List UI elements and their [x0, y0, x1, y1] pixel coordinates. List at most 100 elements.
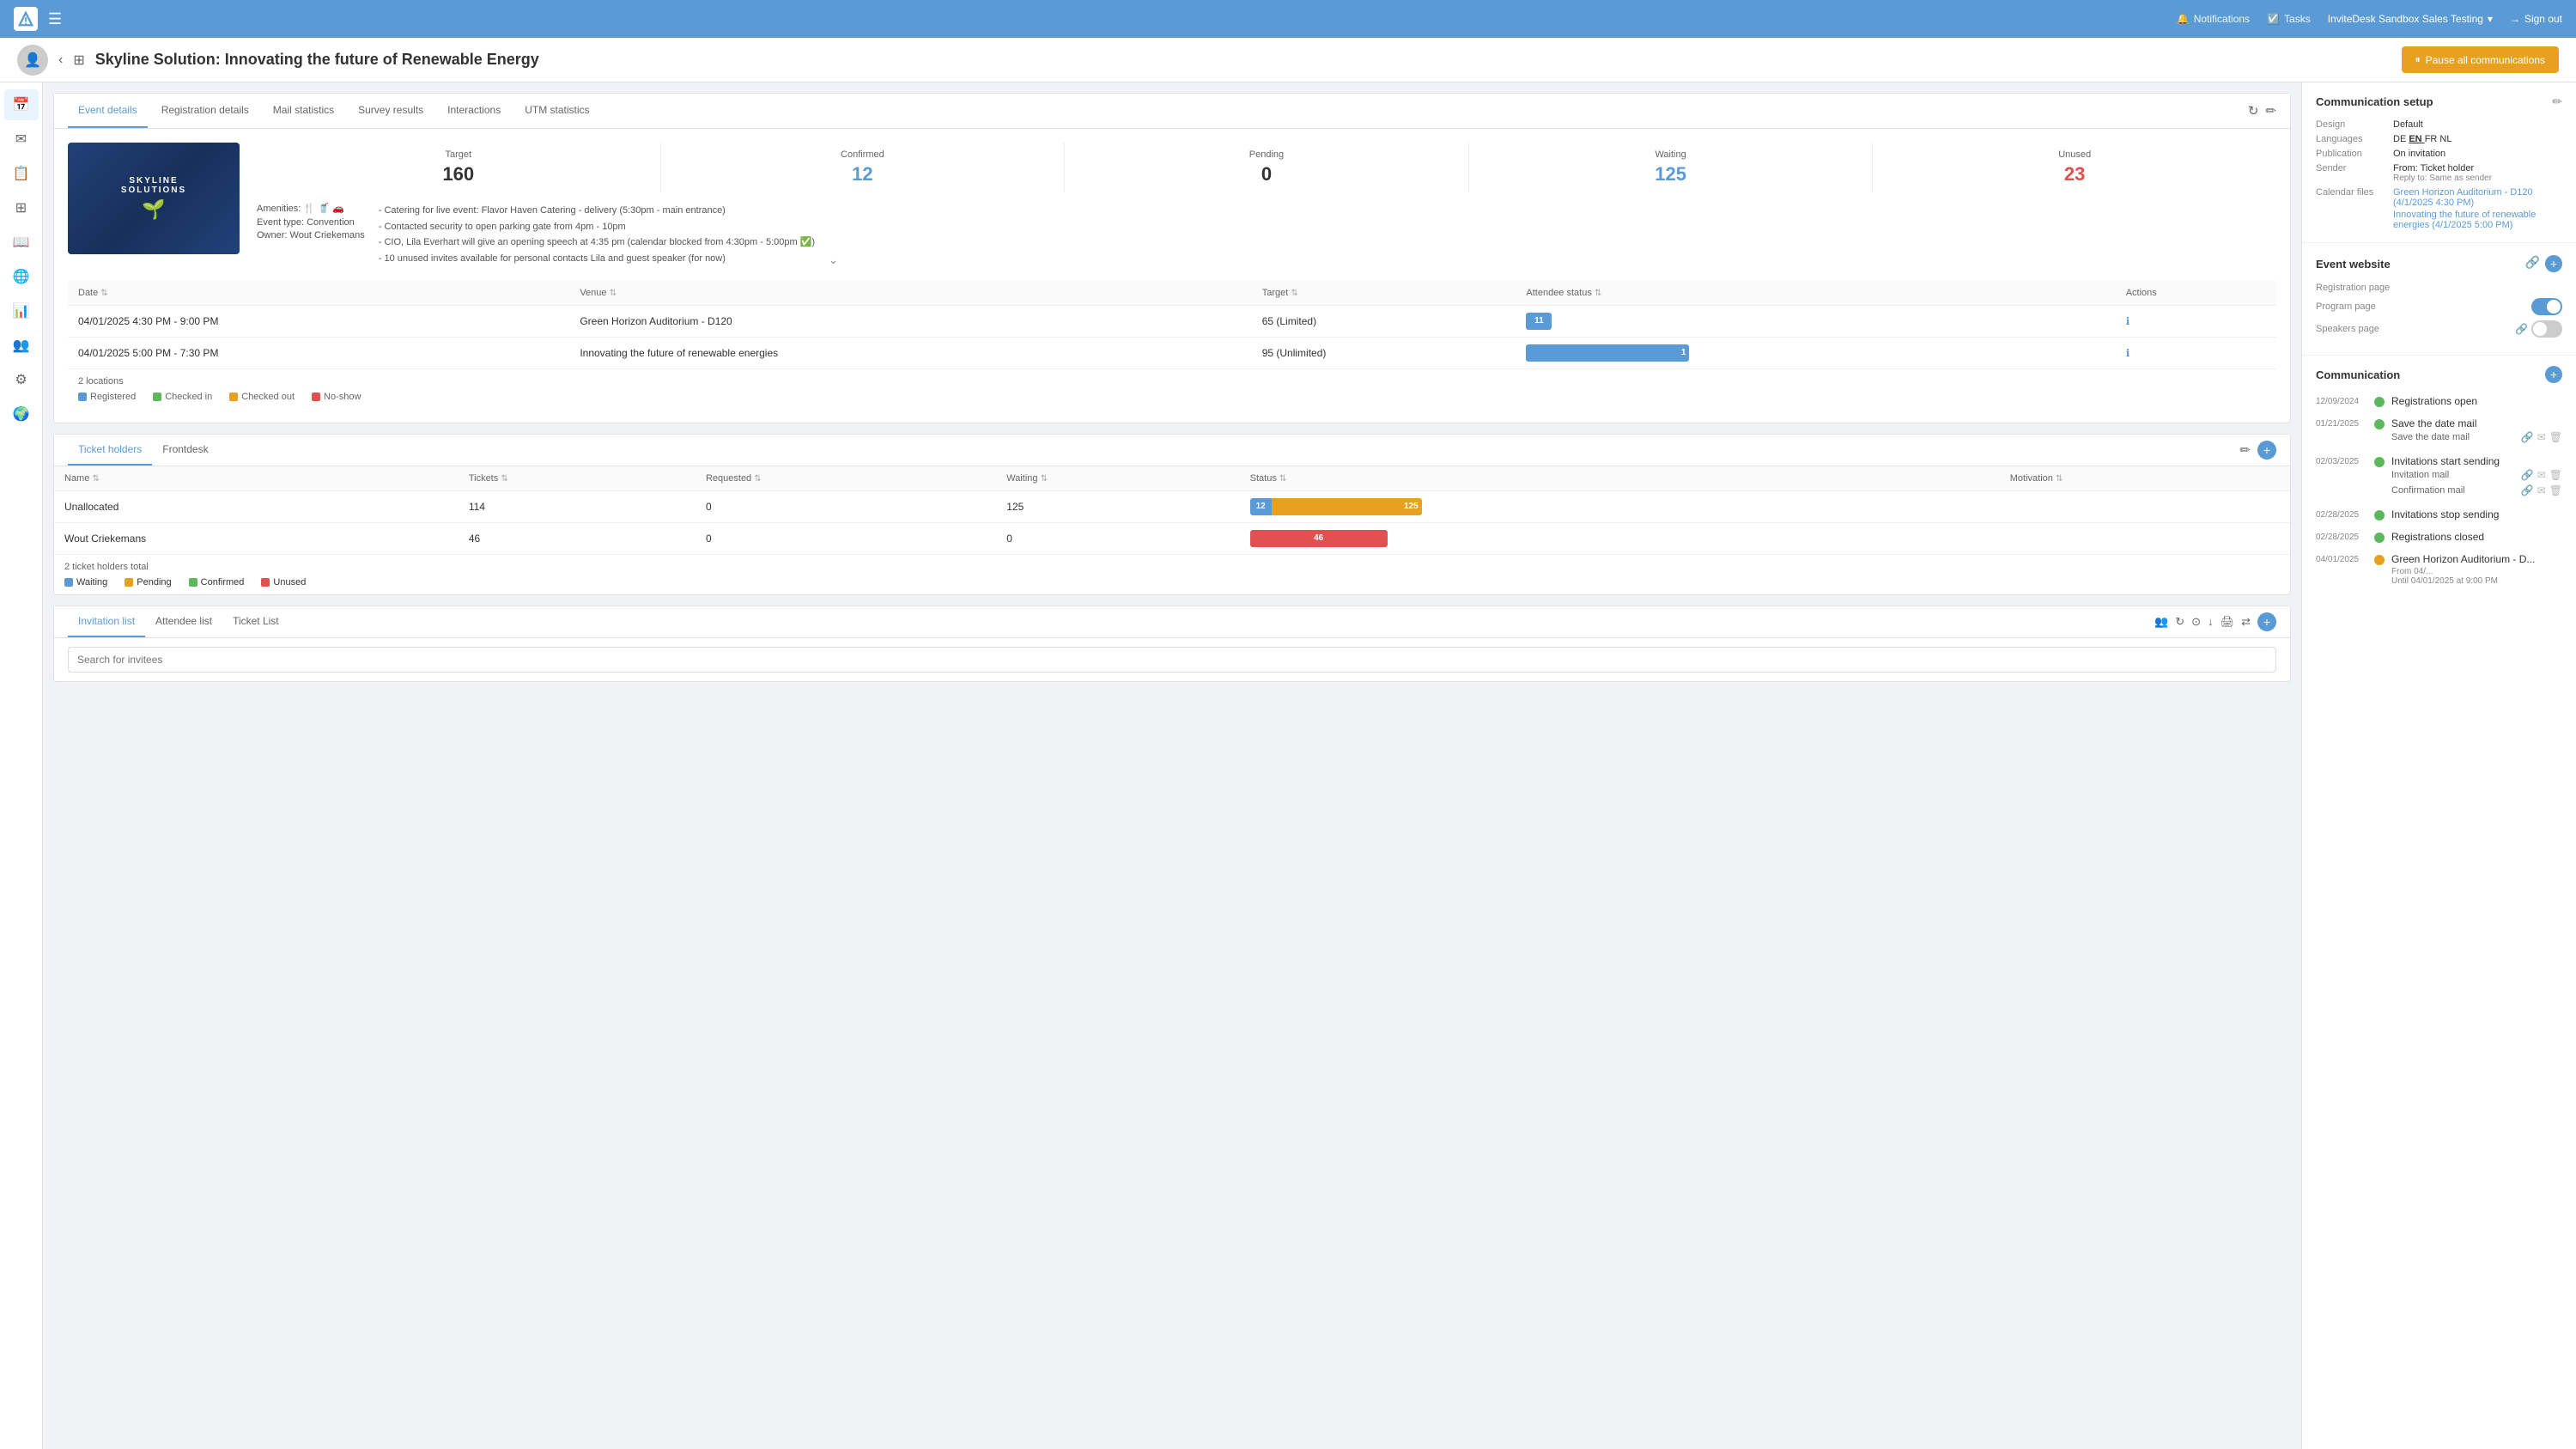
edit-holders-icon[interactable]: ✏	[2239, 442, 2251, 458]
waiting-label: Waiting	[1476, 149, 1866, 160]
design-value: Default	[2393, 119, 2562, 130]
unused-label: Unused	[1880, 149, 2269, 160]
sidebar-item-list[interactable]: 📋	[4, 158, 39, 189]
add-website-button[interactable]: +	[2545, 255, 2562, 272]
back-button[interactable]: ‹	[58, 52, 63, 68]
tab-registration-details[interactable]: Registration details	[151, 94, 259, 128]
event-amenities: Amenities: 🍴 🥤 🚗 Event type: Convention	[257, 203, 365, 240]
delete-inv-icon[interactable]: 🗑	[2549, 469, 2562, 481]
speakers-page-toggle[interactable]	[2531, 320, 2562, 338]
row2-info-icon[interactable]: ℹ	[2126, 347, 2130, 359]
refresh-icon[interactable]: ↻	[2248, 103, 2259, 119]
comm-date-5: 02/28/2025	[2316, 531, 2374, 542]
link-sub-icon[interactable]: 🔗	[2521, 431, 2534, 443]
legend-confirmed: Confirmed	[189, 577, 245, 588]
comm-content-5: Registrations closed	[2391, 531, 2562, 543]
link-conf-icon[interactable]: 🔗	[2521, 484, 2534, 496]
tab-attendee-list[interactable]: Attendee list	[145, 606, 222, 637]
delete-sub-icon[interactable]: 🗑	[2549, 431, 2562, 443]
amenities-label: Amenities:	[257, 204, 303, 214]
tab-mail-statistics[interactable]: Mail statistics	[263, 94, 344, 128]
sidebar-item-globe2[interactable]: 🌍	[4, 399, 39, 429]
comm-setup-section: Communication setup ✏ Design Default Lan…	[2302, 82, 2576, 243]
app-logo[interactable]	[14, 7, 38, 31]
settings-inv-icon[interactable]: ⊙	[2191, 615, 2201, 629]
print-inv-icon[interactable]: 🖨	[2221, 615, 2235, 629]
row1-venue: Green Horizon Auditorium - D120	[569, 305, 1251, 337]
program-page-toggle[interactable]	[2531, 298, 2562, 315]
tab-frontdesk[interactable]: Frontdesk	[152, 435, 218, 466]
search-input[interactable]	[68, 647, 2276, 673]
tab-ticket-holders[interactable]: Ticket holders	[68, 435, 152, 466]
holder2-name: Wout Criekemans	[54, 522, 459, 554]
lang-nl: NL	[2439, 134, 2451, 144]
link-inv-icon[interactable]: 🔗	[2521, 469, 2534, 481]
holders-footer: 2 ticket holders total Waiting Pending C…	[54, 554, 2290, 594]
sidebar-item-users[interactable]: 👥	[4, 330, 39, 361]
sidebar-item-layers[interactable]: ⊞	[4, 192, 39, 223]
mail-sub-icon[interactable]: ✉	[2537, 431, 2546, 443]
sidebar-item-chart[interactable]: 📊	[4, 295, 39, 326]
add-holder-button[interactable]: +	[2257, 441, 2276, 460]
comm-from-label: From 04/...	[2391, 567, 2562, 576]
hamburger-button[interactable]: ☰	[48, 10, 62, 28]
delete-conf-icon[interactable]: 🗑	[2549, 484, 2562, 496]
tab-invitation-list[interactable]: Invitation list	[68, 606, 145, 637]
stat-waiting: Waiting 125	[1469, 143, 1874, 192]
locations-table: Date ⇅ Venue ⇅ Target ⇅ Attendee status …	[68, 281, 2276, 368]
owner-value: Wout Criekemans	[290, 230, 365, 240]
sidebar-item-calendar[interactable]: 📅	[4, 89, 39, 120]
row1-target: 65 (Limited)	[1252, 305, 1516, 337]
comm-setup-edit-icon[interactable]: ✏	[2552, 94, 2562, 109]
sidebar-item-settings[interactable]: ⚙	[4, 364, 39, 395]
org-selector[interactable]: InviteDesk Sandbox Sales Testing ▾	[2328, 13, 2493, 25]
grid-icon[interactable]: ⊞	[73, 52, 84, 69]
add-communication-button[interactable]: +	[2545, 366, 2562, 383]
shuffle-inv-icon[interactable]: ⇄	[2241, 615, 2251, 629]
comm-invitations-stop: 02/28/2025 Invitations stop sending	[2302, 503, 2576, 526]
right-panel: Communication setup ✏ Design Default Lan…	[2301, 82, 2576, 1449]
refresh-inv-icon[interactable]: ↻	[2175, 615, 2184, 629]
mail-conf-icon[interactable]: ✉	[2537, 484, 2546, 496]
add-invitee-button[interactable]: +	[2257, 612, 2276, 631]
tab-utm-statistics[interactable]: UTM statistics	[514, 94, 599, 128]
stat-target: Target 160	[257, 143, 661, 192]
tab-ticket-list[interactable]: Ticket List	[222, 606, 289, 637]
tab-interactions[interactable]: Interactions	[437, 94, 511, 128]
unused-value: 23	[1880, 163, 2269, 186]
col-name: Name ⇅	[54, 466, 459, 491]
mail-inv-icon[interactable]: ✉	[2537, 469, 2546, 481]
sender-values: From: Ticket holder Reply to: Same as se…	[2393, 163, 2562, 183]
pause-communications-button[interactable]: ⏸ Pause all communications	[2402, 46, 2559, 73]
tab-survey-results[interactable]: Survey results	[348, 94, 434, 128]
sidebar-item-globe[interactable]: 🌐	[4, 261, 39, 292]
people-icon[interactable]: 👥	[2154, 615, 2168, 629]
comm-registrations-closed: 02/28/2025 Registrations closed	[2302, 526, 2576, 548]
tab-event-details[interactable]: Event details	[68, 94, 148, 128]
holders-table: Name ⇅ Tickets ⇅ Requested ⇅ Waiting ⇅ S…	[54, 466, 2290, 554]
link-icon[interactable]: 🔗	[2525, 255, 2540, 272]
target-value: 160	[264, 163, 653, 186]
row2-date: 04/01/2025 5:00 PM - 7:30 PM	[68, 337, 569, 368]
notifications-nav[interactable]: 🔔 Notifications	[2177, 13, 2250, 25]
tasks-icon: ☑️	[2267, 13, 2280, 25]
calendar-value2: Innovating the future of renewable energ…	[2393, 210, 2562, 230]
sidebar-item-mail[interactable]: ✉	[4, 124, 39, 155]
lang-en: EN	[2409, 134, 2424, 144]
event-website-title: Event website	[2316, 258, 2391, 271]
row1-info-icon[interactable]: ℹ	[2126, 315, 2130, 327]
legend-checked-out: Checked out	[229, 392, 295, 402]
edit-icon[interactable]: ✏	[2265, 103, 2276, 119]
comm-dot-1	[2374, 397, 2385, 407]
table-row: 04/01/2025 5:00 PM - 7:30 PM Innovating …	[68, 337, 2276, 368]
tasks-nav[interactable]: ☑️ Tasks	[2267, 13, 2311, 25]
sign-out-button[interactable]: → Sign out	[2510, 13, 2562, 25]
col-motivation: Motivation ⇅	[2000, 466, 2290, 491]
event-image: SKYLINESOLUTIONS 🌱	[68, 143, 240, 254]
comm-setup-title: Communication setup	[2316, 95, 2433, 108]
sidebar-item-book[interactable]: 📖	[4, 227, 39, 258]
locations-section: Date ⇅ Venue ⇅ Target ⇅ Attendee status …	[68, 281, 2276, 409]
expand-icon[interactable]: ⌄	[829, 253, 838, 267]
comm-content-1: Registrations open	[2391, 395, 2562, 407]
download-inv-icon[interactable]: ↓	[2208, 615, 2214, 628]
